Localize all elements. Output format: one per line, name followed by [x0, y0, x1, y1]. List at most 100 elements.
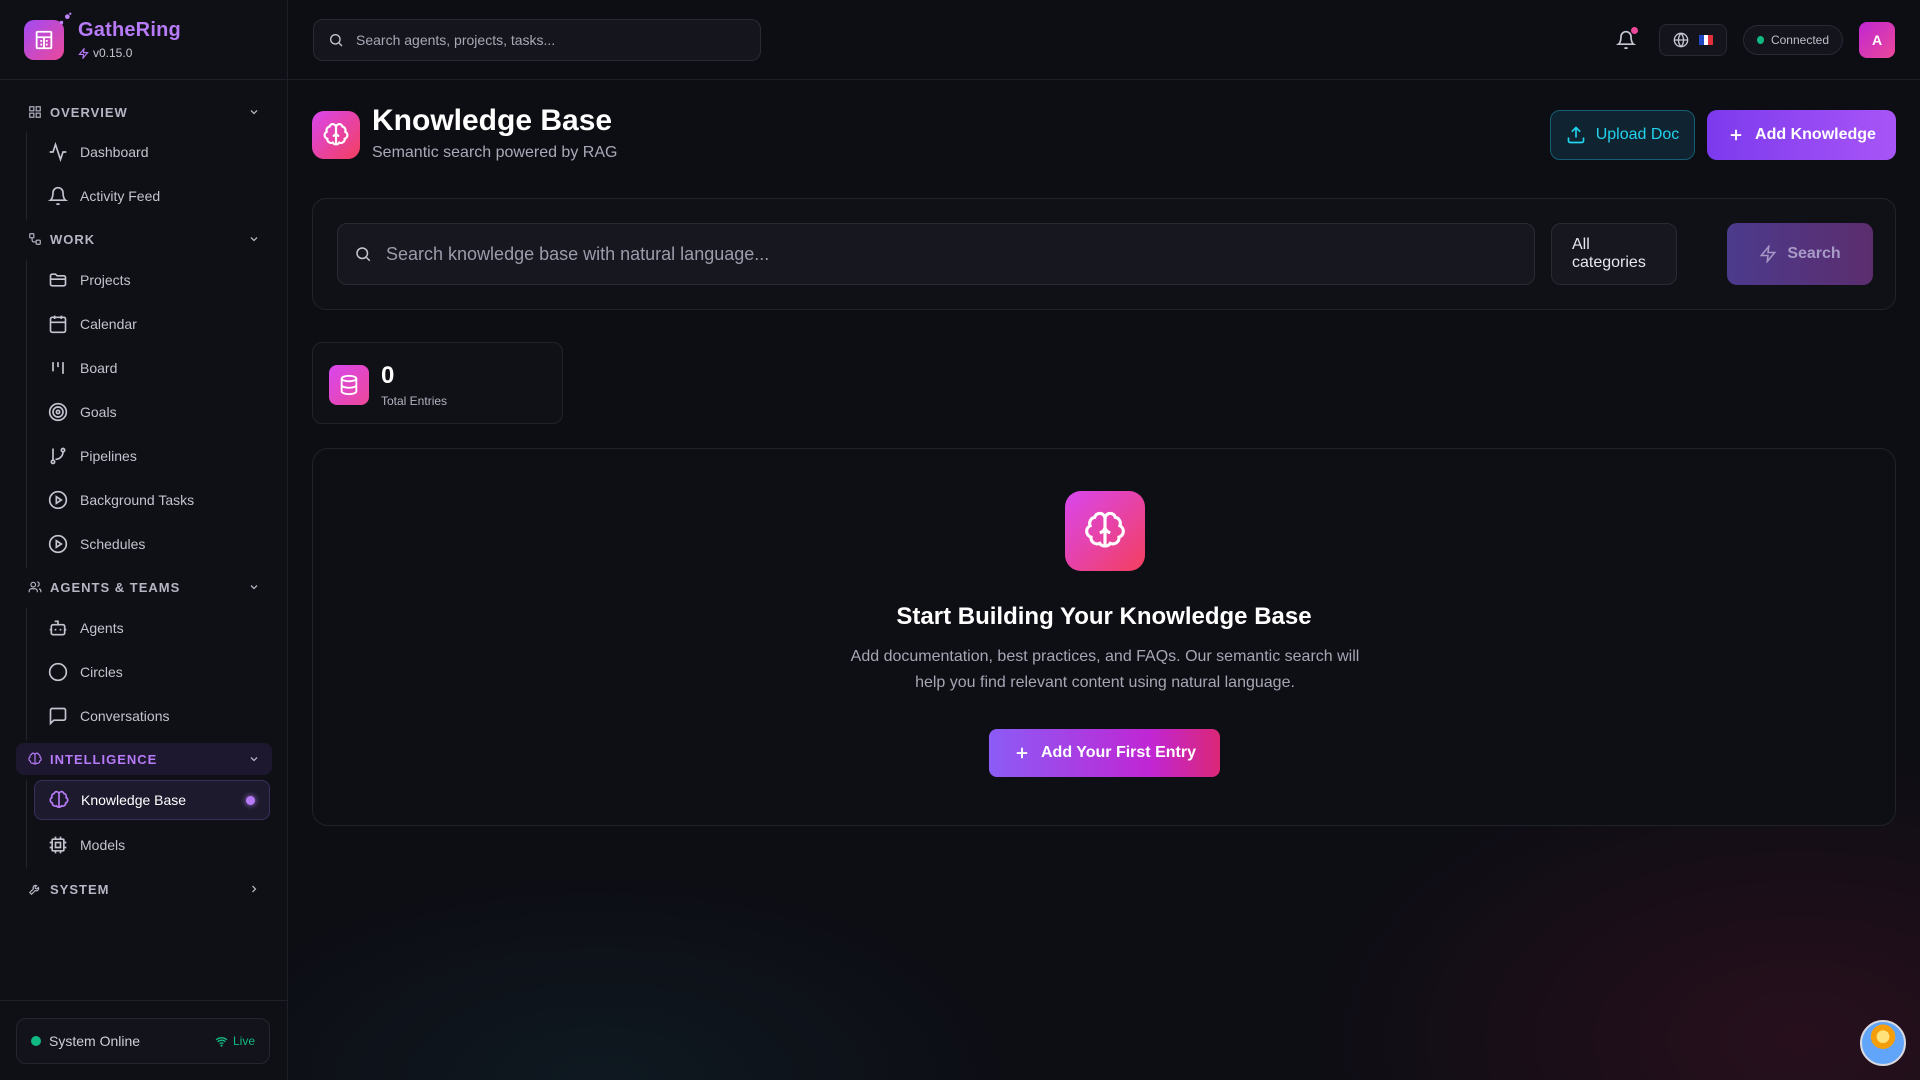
global-search-input[interactable]	[356, 32, 736, 48]
search-button-label: Search	[1787, 245, 1841, 262]
bot-icon	[49, 620, 67, 636]
version-label: v0.15.0	[78, 46, 181, 60]
circle-icon	[48, 662, 68, 682]
fr-flag-icon	[1699, 35, 1714, 45]
plus-icon	[1016, 747, 1028, 759]
add-knowledge-label: Add Knowledge	[1755, 126, 1876, 143]
sidebar-item-conversations[interactable]: Conversations	[34, 696, 270, 736]
chevron-down-icon	[250, 237, 258, 242]
empty-state: Start Building Your Knowledge Base Add d…	[312, 448, 1896, 826]
language-selector[interactable]	[1659, 24, 1727, 56]
knowledge-search-field[interactable]	[337, 223, 1535, 285]
system-status-text: System Online	[49, 1033, 141, 1049]
empty-state-description: Add documentation, best practices, and F…	[850, 648, 1360, 691]
live-text: Live	[232, 1034, 255, 1048]
page-subtitle: Semantic search powered by RAG	[372, 144, 618, 161]
sidebar-item-label: Conversations	[80, 708, 170, 724]
sidebar-item-goals[interactable]: Goals	[34, 392, 270, 432]
sidebar-item-label: Board	[80, 360, 118, 376]
version-text: v0.15.0	[93, 46, 133, 60]
nav-section-label: WORK	[50, 231, 96, 247]
search-icon	[330, 34, 343, 47]
brain-icon	[312, 111, 360, 159]
sidebar-item-schedules[interactable]: Schedules	[34, 524, 270, 564]
sidebar-item-pipelines[interactable]: Pipelines	[34, 436, 270, 476]
chevron-down-icon	[250, 585, 258, 590]
sidebar-item-label: Projects	[80, 272, 131, 288]
wrench-icon	[28, 884, 40, 896]
sidebar-item-projects[interactable]: Projects	[34, 260, 270, 300]
sidebar-item-label: Circles	[80, 664, 123, 680]
empty-state-title: Start Building Your Knowledge Base	[896, 603, 1312, 630]
nav-tree-line	[26, 780, 27, 868]
sidebar-item-label: Dashboard	[80, 144, 149, 160]
add-first-entry-label: Add Your First Entry	[1041, 744, 1196, 761]
status-dot	[31, 1036, 41, 1046]
upload-icon	[1567, 126, 1585, 144]
upload-doc-label: Upload Doc	[1595, 126, 1680, 143]
live-indicator: Live	[215, 1034, 255, 1048]
sidebar-item-knowledge-base[interactable]: Knowledge Base	[34, 780, 270, 820]
sidebar-item-board[interactable]: Board	[34, 348, 270, 388]
search-button[interactable]: Search	[1727, 223, 1873, 285]
sidebar-item-label: Agents	[80, 620, 124, 636]
nav-section-label: OVERVIEW	[50, 104, 128, 120]
page-title: Knowledge Base	[372, 104, 613, 137]
globe-icon	[1673, 32, 1689, 48]
brain-icon	[28, 752, 42, 765]
bell-icon	[48, 186, 68, 206]
wifi-icon	[215, 1036, 228, 1047]
topbar: Connected A	[288, 0, 1920, 80]
sidebar: GatheRing v0.15.0 OVERVIEW Dashboard Act…	[0, 0, 288, 1080]
plus-icon	[1730, 129, 1742, 141]
nav-section-label: INTELLIGENCE	[50, 751, 158, 767]
sidebar-item-models[interactable]: Models	[34, 825, 270, 865]
nav-section-label: AGENTS & TEAMS	[50, 579, 181, 595]
play-circle-icon	[48, 490, 68, 510]
brand-name: GatheRing	[78, 19, 181, 41]
global-search[interactable]	[313, 19, 761, 61]
notifications-button[interactable]	[1612, 26, 1640, 54]
sidebar-item-dashboard[interactable]: Dashboard	[34, 132, 270, 172]
brain-icon	[49, 790, 69, 808]
chevron-down-icon	[250, 110, 258, 115]
nav-section-system[interactable]: SYSTEM	[16, 873, 272, 905]
brand[interactable]: GatheRing v0.15.0	[24, 12, 181, 60]
stat-card-total-entries: 0 Total Entries	[312, 342, 563, 424]
avatar[interactable]: A	[1859, 22, 1895, 58]
sidebar-item-label: Background Tasks	[80, 492, 195, 508]
upload-doc-button[interactable]: Upload Doc	[1550, 110, 1695, 160]
kanban-icon	[52, 362, 64, 374]
assistant-avatar-button[interactable]	[1860, 1020, 1906, 1066]
sidebar-item-background-tasks[interactable]: Background Tasks	[34, 480, 270, 520]
play-circle-icon	[48, 534, 68, 554]
sidebar-item-agents[interactable]: Agents	[34, 608, 270, 648]
sidebar-item-label: Models	[80, 837, 126, 853]
system-status: System Online Live	[16, 1018, 270, 1064]
nav-section-overview[interactable]: OVERVIEW	[16, 96, 272, 128]
git-branch-icon	[50, 447, 66, 465]
nav-section-agents-teams[interactable]: AGENTS & TEAMS	[16, 571, 272, 603]
nav-section-intelligence[interactable]: INTELLIGENCE	[16, 743, 272, 775]
nav-section-work[interactable]: WORK	[16, 223, 272, 255]
calendar-icon	[49, 315, 67, 334]
divider	[0, 1000, 288, 1001]
knowledge-search-input[interactable]	[386, 243, 1486, 265]
sidebar-item-calendar[interactable]: Calendar	[34, 304, 270, 344]
nav-tree-line	[26, 608, 27, 740]
add-knowledge-button[interactable]: Add Knowledge	[1707, 110, 1896, 160]
category-select[interactable]: All categories	[1551, 223, 1677, 285]
target-icon	[48, 402, 68, 422]
bolt-icon	[1759, 245, 1777, 263]
chevron-right-icon	[252, 885, 257, 893]
nav-section-label: SYSTEM	[50, 881, 110, 897]
stat-value: 0	[381, 362, 395, 389]
sidebar-item-circles[interactable]: Circles	[34, 652, 270, 692]
database-icon	[329, 365, 369, 405]
search-icon	[356, 247, 371, 262]
add-first-entry-button[interactable]: Add Your First Entry	[989, 729, 1220, 777]
sidebar-item-activity-feed[interactable]: Activity Feed	[34, 176, 270, 216]
workflow-icon	[29, 233, 41, 245]
connection-text: Connected	[1770, 33, 1829, 47]
bolt-icon	[78, 47, 89, 59]
